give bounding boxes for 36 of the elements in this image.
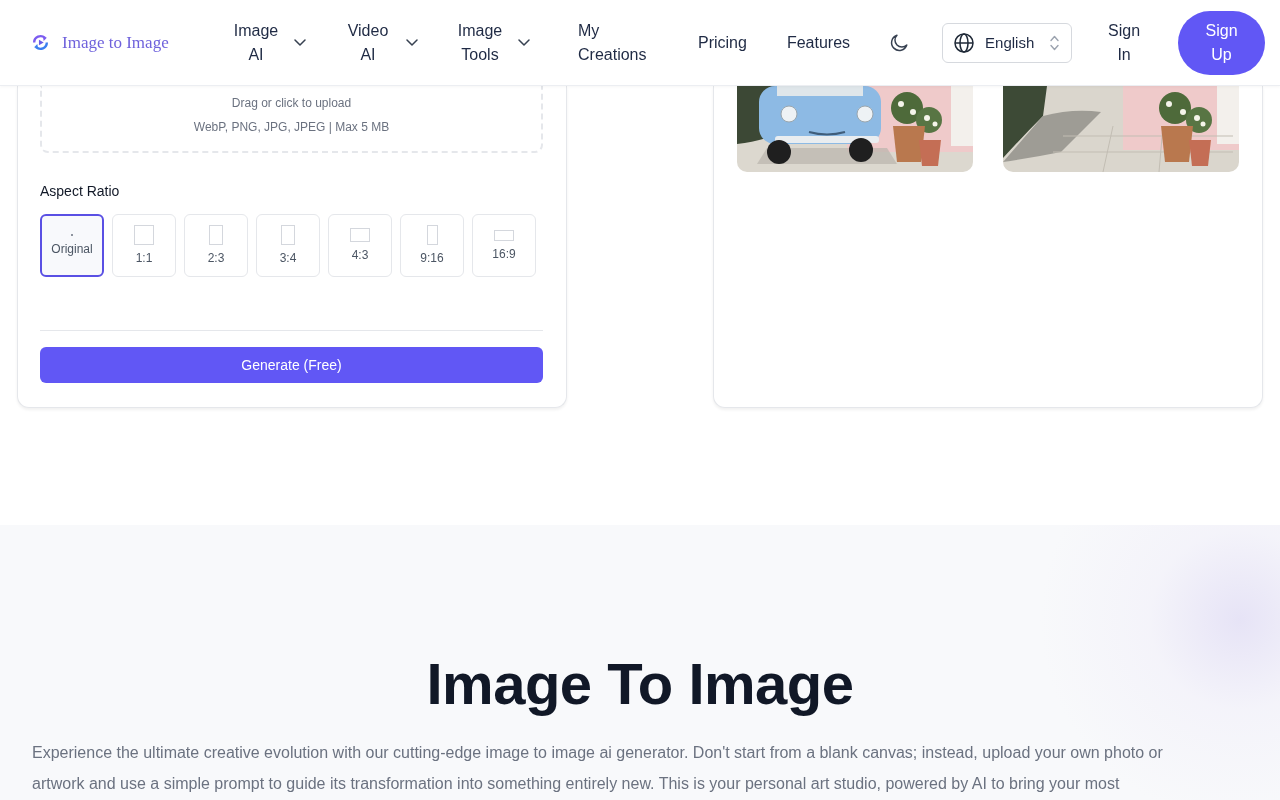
rectangle-icon: [426, 225, 438, 245]
aspect-ratio-option[interactable]: 1:1: [112, 214, 176, 277]
up-down-chevron-icon: [1050, 34, 1060, 51]
rectangle-icon: [209, 225, 223, 245]
globe-icon: [954, 32, 975, 53]
aspect-ratio-option[interactable]: 16:9: [472, 214, 536, 277]
logo-icon: [31, 33, 50, 52]
upload-hint: Drag or click to upload: [231, 95, 352, 112]
chevron-down-icon: [518, 39, 530, 46]
chevron-down-icon: [406, 39, 418, 46]
aspect-ratio-option[interactable]: 4:3: [328, 214, 392, 277]
nav-link[interactable]: Features: [786, 30, 851, 55]
rectangle-icon: [350, 228, 370, 242]
sign-up-button[interactable]: Sign Up: [1178, 10, 1266, 75]
aspect-ratio-label: Aspect Ratio: [40, 182, 121, 201]
language-select[interactable]: English: [942, 22, 1073, 63]
logo-text[interactable]: Image to Image: [62, 32, 169, 53]
generate-button[interactable]: Generate (Free): [40, 347, 543, 383]
square-icon: [134, 225, 154, 245]
nav-link[interactable]: Pricing: [698, 30, 747, 55]
nav-dropdown[interactable]: Video AI: [330, 12, 428, 73]
rectangle-icon: [281, 225, 295, 245]
aspect-ratio-option[interactable]: 2:3: [184, 214, 248, 277]
aspect-ratio-option[interactable]: 3:4: [256, 214, 320, 277]
aspect-ratio-option[interactable]: 9:16: [400, 214, 464, 277]
upload-formats: WebP, PNG, JPG, JPEG | Max 5 MB: [193, 119, 390, 136]
rectangle-icon: [494, 229, 514, 241]
nav-dropdown[interactable]: Image AI: [218, 12, 316, 73]
chevron-down-icon: [294, 39, 306, 46]
sign-in-link[interactable]: Sign In: [1104, 18, 1145, 67]
nav-dropdown[interactable]: Image Tools: [442, 12, 540, 73]
nav-link[interactable]: My Creations: [578, 18, 658, 67]
aspect-ratio-option[interactable]: Original: [40, 214, 104, 277]
upload-dropzone[interactable]: Drag or click to upload WebP, PNG, JPG, JPEG | Max 5 MB: [40, 86, 543, 153]
intro-paragraph: Experience the ultimate creative evolution with our cutting-edge image to image ai generator. Don't start from a blank canvas; instead, upload your own photo or artwork and use a simple prompt to guide its transformation into something entirely new. This is your personal art studio, powered by AI to bring your most: [31, 743, 1164, 794]
section-heading: Image To Image: [426, 651, 854, 717]
